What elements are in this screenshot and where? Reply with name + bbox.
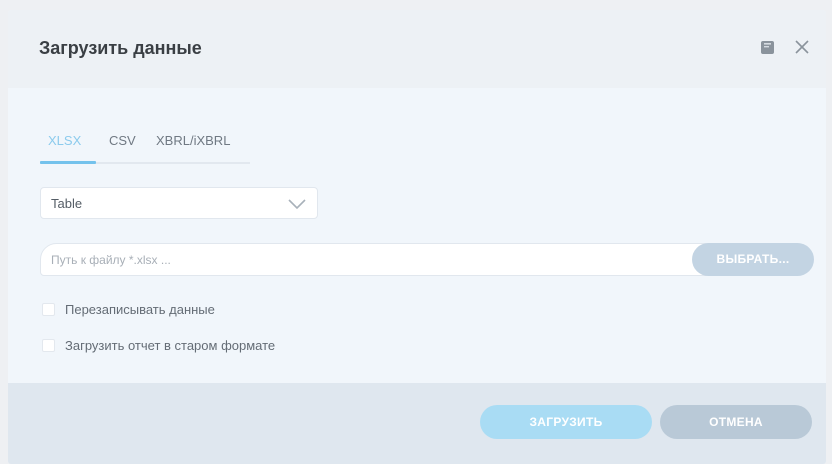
active-tab-indicator [40, 161, 96, 164]
table-select[interactable]: Table [40, 187, 318, 219]
cancel-button[interactable]: ОТМЕНА [660, 405, 812, 439]
dialog-title: Загрузить данные [39, 38, 202, 58]
format-tabs: XLSX CSV XBRL/iXBRL [40, 128, 250, 164]
overwrite-data-label: Перезаписывать данные [65, 302, 215, 317]
dialog-header: Загрузить данные [8, 10, 826, 88]
dialog-footer: ЗАГРУЗИТЬ ОТМЕНА [8, 383, 826, 464]
legacy-format-checkbox[interactable] [42, 339, 55, 352]
dialog-body: XLSX CSV XBRL/iXBRL Table ВЫБРАТЬ... Пер… [8, 88, 826, 383]
help-book-icon[interactable] [760, 40, 775, 55]
overwrite-data-checkbox[interactable] [42, 303, 55, 316]
close-icon[interactable] [793, 38, 811, 56]
chevron-down-icon [288, 199, 306, 210]
upload-button[interactable]: ЗАГРУЗИТЬ [480, 405, 652, 439]
upload-data-dialog: Загрузить данные XLSX CSV XBRL/iXBRL Tab… [8, 10, 826, 464]
choose-file-button[interactable]: ВЫБРАТЬ... [692, 243, 814, 276]
file-path-input[interactable] [41, 244, 691, 275]
file-path-row: ВЫБРАТЬ... [40, 243, 814, 276]
legacy-format-label: Загрузить отчет в старом формате [65, 338, 276, 353]
tab-xlsx[interactable]: XLSX [48, 133, 81, 148]
select-value: Table [51, 196, 83, 211]
tab-csv[interactable]: CSV [109, 133, 136, 148]
tab-xbrl[interactable]: XBRL/iXBRL [156, 133, 230, 148]
